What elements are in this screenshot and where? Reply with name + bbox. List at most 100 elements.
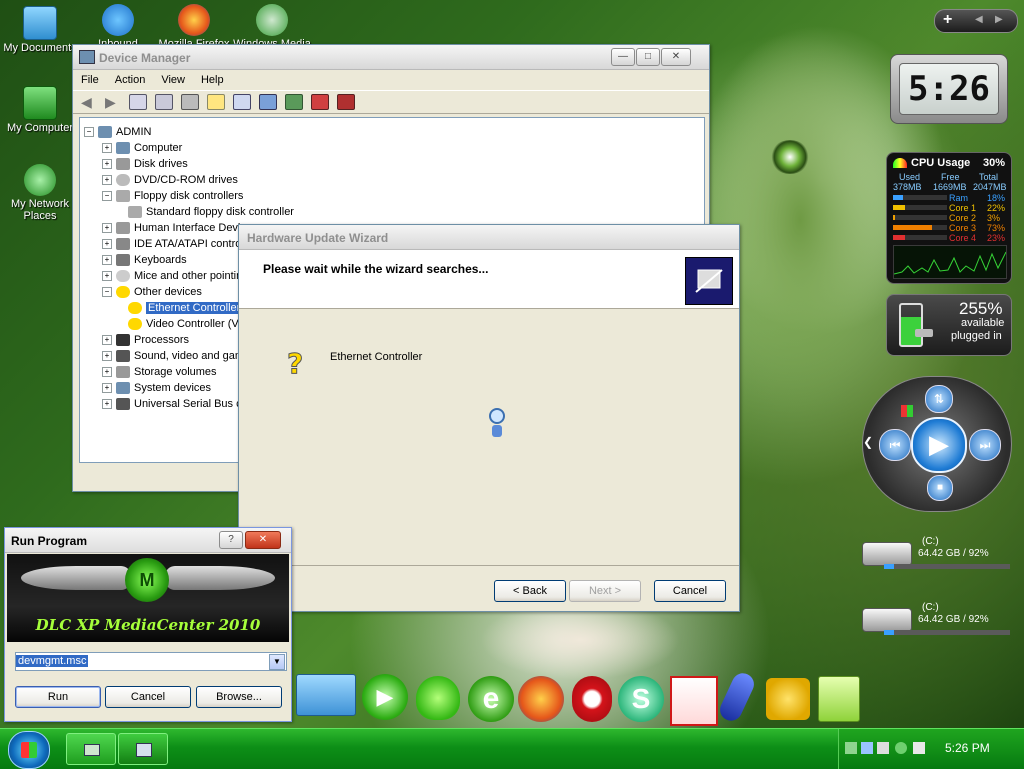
opera-icon[interactable] <box>572 676 612 722</box>
expand-icon[interactable]: + <box>102 239 112 250</box>
tree-root[interactable]: − ADMIN <box>84 124 151 140</box>
dropdown-arrow-icon[interactable]: ▼ <box>269 654 285 670</box>
uninstall-icon[interactable] <box>311 94 329 110</box>
scan-hardware-icon[interactable] <box>259 94 277 110</box>
volume-tray-icon[interactable] <box>877 742 889 754</box>
start-button[interactable] <box>8 731 50 769</box>
safely-remove-tray-icon[interactable] <box>895 742 907 754</box>
photo-viewer-icon[interactable] <box>296 674 356 716</box>
minimize-icon[interactable]: — <box>611 48 635 66</box>
previous-button[interactable]: ⏮ <box>879 429 911 461</box>
taskbar-item-run[interactable] <box>66 733 116 765</box>
tree-item-storage[interactable]: + Storage volumes <box>102 364 217 380</box>
menu-file[interactable]: File <box>73 74 107 86</box>
device-manager-titlebar[interactable]: Device Manager — □ ✕ <box>73 45 709 70</box>
sound-icon <box>116 350 130 363</box>
tree-item-keyboards[interactable]: + Keyboards <box>102 252 187 268</box>
cpu-usage-gadget[interactable]: CPU Usage 30% Used Free Total 378MB 1669… <box>886 152 1012 284</box>
expand-icon[interactable]: + <box>102 383 112 394</box>
help-button[interactable]: ? <box>219 531 243 549</box>
tree-item-hid[interactable]: + Human Interface Devices <box>102 220 258 236</box>
help-icon[interactable] <box>207 94 225 110</box>
collapse-icon[interactable]: − <box>102 287 112 298</box>
collapse-icon[interactable]: − <box>102 191 112 202</box>
tree-item-standard-floppy[interactable]: Standard floppy disk controller <box>128 204 294 220</box>
folder-icon[interactable] <box>818 676 860 722</box>
cancel-button[interactable]: Cancel <box>654 580 726 602</box>
feather-icon[interactable] <box>716 669 758 725</box>
view-icon[interactable] <box>233 94 251 110</box>
close-icon[interactable]: ✕ <box>661 48 691 66</box>
clock-gadget[interactable]: 5:26 <box>890 54 1008 124</box>
next-track-button[interactable]: ⏭ <box>969 429 1001 461</box>
tree-item-floppy[interactable]: − Floppy disk controllers <box>102 188 243 204</box>
media-play-icon[interactable]: ▶ <box>362 674 408 720</box>
expand-icon[interactable]: + <box>102 351 112 362</box>
maximize-icon[interactable]: □ <box>636 48 660 66</box>
expand-icon[interactable]: + <box>102 143 112 154</box>
drive-gadget-2[interactable]: (C:) 64.42 GB / 92% <box>860 600 1012 640</box>
apple-icon[interactable] <box>416 676 460 720</box>
desktop-icon-my-documents[interactable]: My Documents <box>0 6 80 54</box>
next-button[interactable]: Next > <box>569 580 641 602</box>
properties-icon[interactable] <box>155 94 173 110</box>
expand-icon[interactable]: + <box>102 335 112 346</box>
internet-explorer-icon[interactable]: e <box>468 676 514 722</box>
sidebar-prev-icon[interactable]: ◀ <box>975 14 983 25</box>
computer-icon <box>98 126 112 139</box>
expand-icon[interactable]: + <box>102 255 112 266</box>
menu-action[interactable]: Action <box>107 74 154 86</box>
cancel-button[interactable]: Cancel <box>105 686 191 708</box>
skype-icon[interactable]: S <box>618 676 664 722</box>
update-driver-icon[interactable] <box>285 94 303 110</box>
tree-item-disk-drives[interactable]: + Disk drives <box>102 156 188 172</box>
sidebar-add-button[interactable]: + <box>943 11 952 29</box>
expand-icon[interactable]: + <box>102 399 112 410</box>
close-icon[interactable]: ✕ <box>245 531 281 549</box>
back-button[interactable]: < Back <box>494 580 566 602</box>
wizard-titlebar[interactable]: Hardware Update Wizard <box>239 225 739 250</box>
firefox-icon[interactable] <box>518 676 564 722</box>
print-icon[interactable] <box>181 94 199 110</box>
tools-icon[interactable] <box>766 678 810 720</box>
menu-help[interactable]: Help <box>193 74 232 86</box>
tree-item-ethernet-controller[interactable]: Ethernet Controller <box>128 300 243 316</box>
tree-item-computer[interactable]: + Computer <box>102 140 182 156</box>
play-button[interactable]: ▶ <box>911 417 967 473</box>
desktop-icon-label: My Network Places <box>10 198 70 222</box>
display-tray-icon[interactable] <box>861 742 873 754</box>
back-arrow-icon[interactable]: ◀ <box>81 95 97 109</box>
expand-icon[interactable]: + <box>102 223 112 234</box>
stop-button[interactable]: ■ <box>927 475 953 501</box>
tree-item-processors[interactable]: + Processors <box>102 332 189 348</box>
expand-icon[interactable]: + <box>102 367 112 378</box>
network-tray-icon[interactable] <box>845 742 857 754</box>
desktop-icon-my-computer[interactable]: My Computer <box>0 86 80 134</box>
taskbar-item-device-manager[interactable] <box>118 733 168 765</box>
command-input[interactable]: devmgmt.msc ▼ <box>15 652 287 671</box>
taskbar-clock[interactable]: 5:26 PM <box>945 741 990 755</box>
run-button[interactable]: Run <box>15 686 101 708</box>
expand-icon[interactable]: + <box>102 271 112 282</box>
expand-icon[interactable]: + <box>102 175 112 186</box>
battery-gadget[interactable]: 255% available plugged in <box>886 294 1012 356</box>
tree-item-dvd-cd-rom[interactable]: + DVD/CD-ROM drives <box>102 172 238 188</box>
tree-item-other-devices[interactable]: − Other devices <box>102 284 202 300</box>
security-tray-icon[interactable] <box>913 742 925 754</box>
show-hide-tree-icon[interactable] <box>129 94 147 110</box>
menu-view[interactable]: View <box>153 74 193 86</box>
browse-button[interactable]: Browse... <box>196 686 282 708</box>
volume-button[interactable]: ⇅ <box>925 385 953 413</box>
collapse-icon[interactable]: − <box>84 127 94 138</box>
run-titlebar[interactable]: Run Program ? ✕ <box>5 528 291 553</box>
expand-icon[interactable]: + <box>102 159 112 170</box>
drive-gadget-1[interactable]: (C:) 64.42 GB / 92% <box>860 534 1012 574</box>
acrobat-icon[interactable] <box>670 676 718 726</box>
disable-icon[interactable] <box>337 94 355 110</box>
tree-item-system[interactable]: + System devices <box>102 380 211 396</box>
collapse-arrow-icon[interactable]: ❮ <box>863 435 873 449</box>
used-value: 378MB <box>893 182 922 192</box>
forward-arrow-icon[interactable]: ▶ <box>105 95 121 109</box>
sidebar-next-icon[interactable]: ▶ <box>995 14 1003 25</box>
desktop-icon-my-network-places[interactable]: My Network Places <box>0 164 80 222</box>
